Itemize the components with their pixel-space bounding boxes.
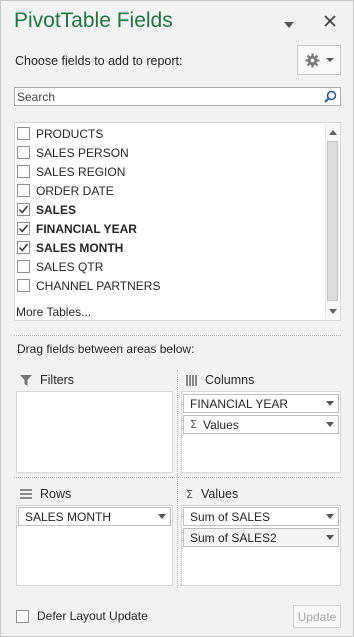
filters-area-header: Filters: [20, 373, 74, 387]
chevron-down-icon: [158, 514, 166, 519]
choose-fields-label: Choose fields to add to report:: [15, 54, 183, 68]
filter-icon: [20, 374, 32, 386]
columns-drop-zone[interactable]: FINANCIAL YEAR Σ Values: [181, 391, 341, 473]
task-pane-options-button[interactable]: [283, 17, 295, 28]
more-tables-link[interactable]: More Tables...: [16, 305, 91, 319]
pill-dropdown-button[interactable]: [322, 535, 338, 540]
field-label: PRODUCTS: [36, 126, 104, 141]
pill-label: Values: [202, 417, 239, 432]
field-item-sales-month[interactable]: SALES MONTH: [15, 238, 123, 257]
filters-area-label: Filters: [40, 373, 75, 387]
pivot-field-list-pane: PivotTable Fields Choose fields to add t…: [0, 0, 354, 637]
checkmark-icon: [18, 224, 29, 233]
field-checkbox[interactable]: [17, 279, 30, 292]
rows-area-label: Rows: [40, 487, 72, 501]
pane-title: PivotTable Fields: [14, 9, 173, 32]
field-label: SALES: [36, 202, 77, 217]
pill-label: SALES MONTH: [25, 509, 112, 524]
chevron-up-icon: [329, 129, 337, 135]
field-item-sales-person[interactable]: SALES PERSON: [15, 143, 129, 162]
field-checkbox[interactable]: [17, 241, 30, 254]
filters-drop-zone[interactable]: [16, 391, 173, 473]
scroll-up-arrow[interactable]: [326, 125, 340, 139]
field-checkbox[interactable]: [17, 222, 30, 235]
search-icon[interactable]: [324, 90, 337, 108]
field-item-channel-partners[interactable]: CHANNEL PARTNERS: [15, 276, 160, 295]
chevron-down-icon: [329, 308, 337, 314]
values-field-sum-of-sales[interactable]: Sum of SALES: [183, 507, 339, 526]
defer-layout-label: Defer Layout Update: [37, 609, 148, 623]
search-field[interactable]: [14, 87, 341, 106]
rows-area-header: Rows: [20, 487, 71, 501]
values-area-header: Σ Values: [186, 487, 238, 501]
pill-dropdown-button[interactable]: [322, 422, 338, 427]
sigma-icon: Σ: [186, 487, 193, 501]
search-input[interactable]: [15, 88, 315, 106]
pill-label: Sum of SALES: [190, 509, 271, 524]
columns-field-values[interactable]: Σ Values: [183, 415, 339, 434]
field-checkbox[interactable]: [17, 146, 30, 159]
columns-field-financial-year[interactable]: FINANCIAL YEAR: [183, 394, 339, 413]
field-checkbox[interactable]: [17, 127, 30, 140]
checkmark-icon: [18, 205, 29, 214]
gear-icon: [304, 52, 320, 68]
values-field-sum-of-sales2[interactable]: Sum of SALES2: [183, 528, 339, 547]
defer-layout-update[interactable]: Defer Layout Update: [16, 609, 148, 623]
field-item-sales-qtr[interactable]: SALES QTR: [15, 257, 103, 276]
field-list: PRODUCTS SALES PERSON SALES REGION ORDER…: [14, 122, 341, 321]
scroll-down-arrow[interactable]: [326, 304, 340, 318]
field-label: SALES REGION: [36, 164, 126, 179]
pill-label: Sum of SALES2: [190, 530, 277, 545]
field-checkbox[interactable]: [17, 184, 30, 197]
rows-drop-zone[interactable]: SALES MONTH: [16, 505, 173, 586]
pill-label: FINANCIAL YEAR: [190, 396, 289, 411]
sigma-icon: Σ: [190, 418, 197, 431]
close-button[interactable]: [323, 14, 337, 28]
chevron-down-icon: [326, 422, 334, 427]
field-label: SALES QTR: [36, 259, 104, 274]
chevron-down-icon: [326, 514, 334, 519]
columns-icon: [186, 374, 197, 386]
chevron-down-icon: [325, 58, 334, 62]
field-label: SALES PERSON: [36, 145, 129, 160]
field-checkbox[interactable]: [17, 203, 30, 216]
field-checkbox[interactable]: [17, 260, 30, 273]
drag-fields-label: Drag fields between areas below:: [17, 342, 195, 356]
field-item-sales-region[interactable]: SALES REGION: [15, 162, 125, 181]
field-item-order-date[interactable]: ORDER DATE: [15, 181, 114, 200]
update-button[interactable]: Update: [293, 605, 341, 628]
chevron-down-icon: [326, 535, 334, 540]
columns-area-label: Columns: [205, 373, 255, 387]
pill-dropdown-button[interactable]: [154, 514, 170, 519]
field-list-scrollbar[interactable]: [325, 124, 339, 319]
field-item-products[interactable]: PRODUCTS: [15, 124, 103, 143]
field-checkbox[interactable]: [17, 165, 30, 178]
close-icon: [324, 15, 336, 27]
columns-area-header: Columns: [186, 373, 254, 387]
chevron-down-icon: [284, 22, 294, 28]
area-vertical-divider: [177, 370, 178, 588]
field-label: FINANCIAL YEAR: [36, 221, 137, 236]
scrollbar-thumb[interactable]: [327, 141, 338, 301]
area-horizontal-divider: [14, 477, 341, 478]
field-label: ORDER DATE: [36, 183, 114, 198]
field-item-financial-year[interactable]: FINANCIAL YEAR: [15, 219, 137, 238]
values-drop-zone[interactable]: Sum of SALES Sum of SALES2: [181, 505, 341, 586]
field-list-tools-button[interactable]: [297, 45, 341, 75]
values-area-label: Values: [200, 487, 239, 501]
field-item-sales[interactable]: SALES: [15, 200, 76, 219]
section-divider: [14, 335, 341, 336]
checkmark-icon: [18, 243, 29, 252]
pill-dropdown-button[interactable]: [322, 514, 338, 519]
pill-dropdown-button[interactable]: [322, 401, 338, 406]
defer-layout-checkbox[interactable]: [16, 609, 29, 623]
chevron-down-icon: [326, 401, 334, 406]
field-label: CHANNEL PARTNERS: [36, 278, 161, 293]
rows-field-sales-month[interactable]: SALES MONTH: [18, 507, 171, 526]
field-label: SALES MONTH: [36, 240, 124, 255]
rows-icon: [20, 489, 32, 499]
